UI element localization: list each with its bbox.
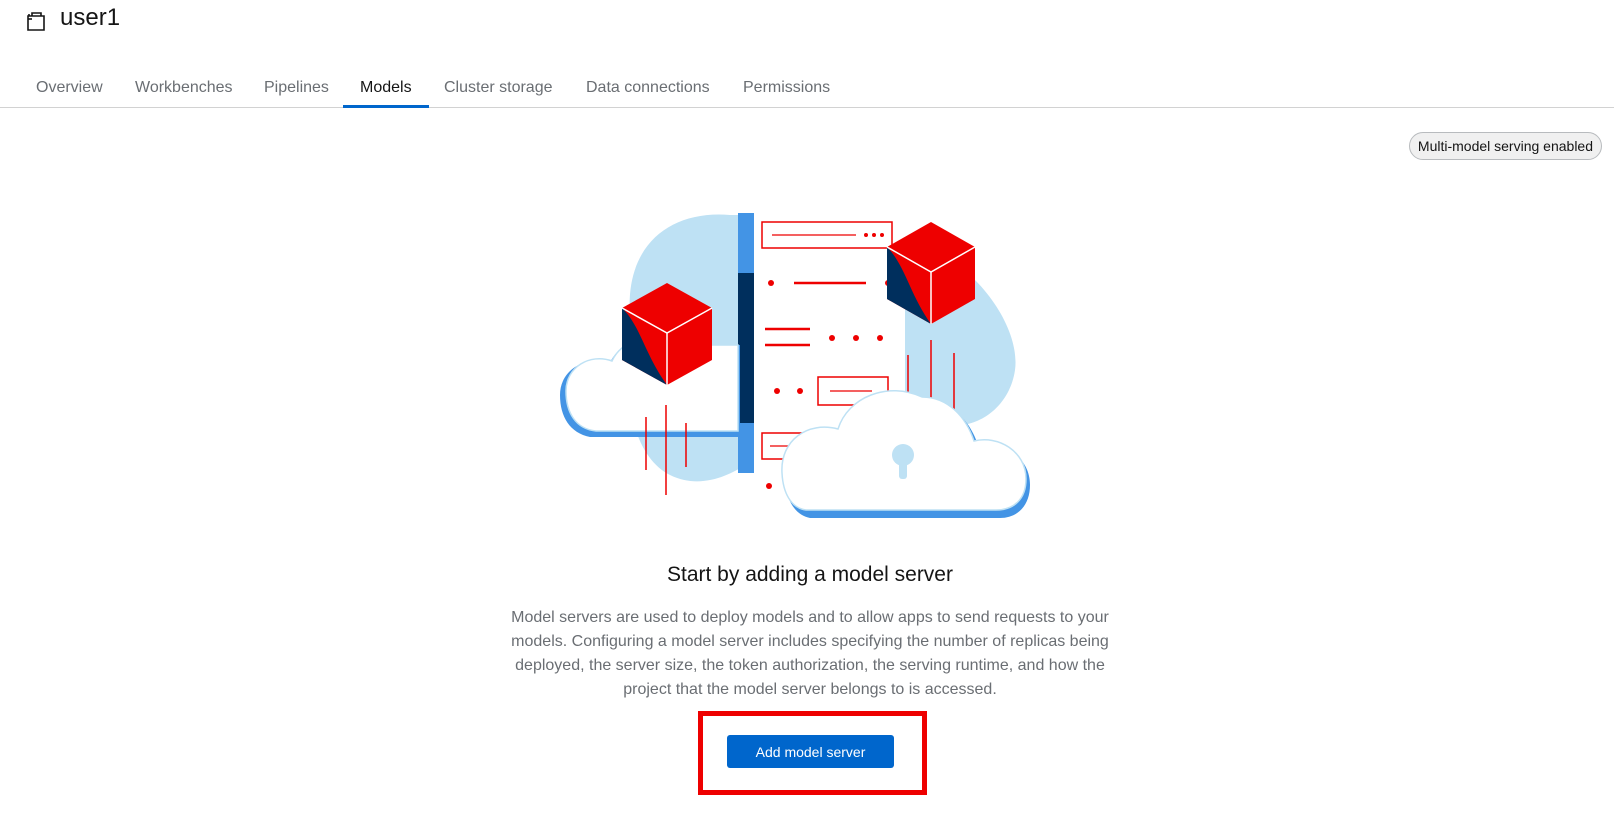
tab-data-connections[interactable]: Data connections — [569, 68, 727, 108]
page-header: user1 — [0, 0, 1614, 60]
project-tabs: Overview Workbenches Pipelines Models Cl… — [0, 68, 1614, 108]
tab-pipelines[interactable]: Pipelines — [247, 68, 346, 108]
tab-cluster-storage[interactable]: Cluster storage — [427, 68, 570, 108]
empty-state-body: Model servers are used to deploy models … — [511, 609, 1109, 698]
tab-models[interactable]: Models — [343, 68, 429, 108]
tab-permissions[interactable]: Permissions — [726, 68, 847, 108]
tab-overview[interactable]: Overview — [19, 68, 120, 108]
model-server-cloud-illustration — [560, 205, 1060, 535]
add-model-server-button[interactable]: Add model server — [727, 735, 894, 768]
tab-workbenches[interactable]: Workbenches — [118, 68, 250, 108]
empty-state-title: Start by adding a model server — [667, 563, 953, 586]
serving-mode-badge: Multi-model serving enabled — [1408, 132, 1602, 160]
folder-icon — [25, 10, 47, 32]
page-title: user1 — [60, 4, 121, 31]
